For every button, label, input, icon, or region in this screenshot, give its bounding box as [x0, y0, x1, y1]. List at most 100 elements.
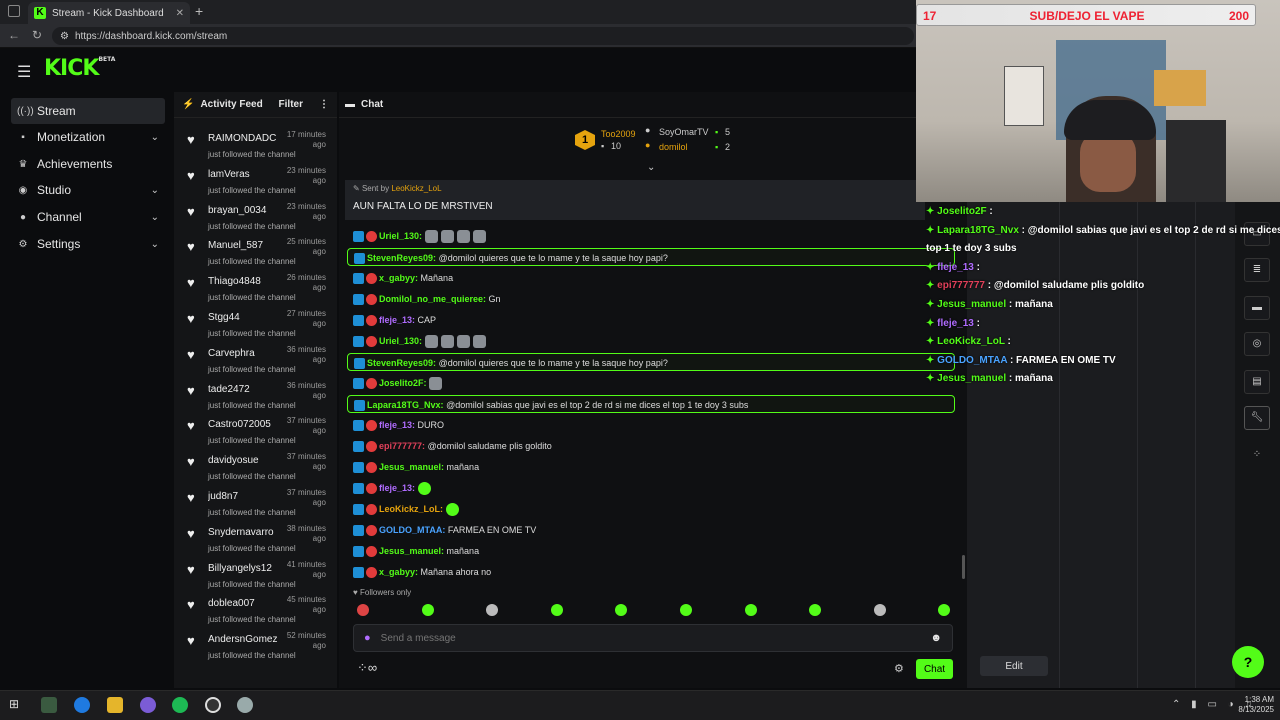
feed-item[interactable]: ♥ brayan_0034 23 minutes ago just followed … — [174, 200, 337, 236]
chat-message[interactable]: LeoKickz_LoL: — [353, 500, 462, 518]
chat-message[interactable]: Domilol_no_me_quieree: Gn — [353, 290, 501, 308]
feed-item[interactable]: ♥ RAIMONDADC 17 minutes ago just followed t… — [174, 128, 337, 164]
feed-item[interactable]: ♥ Castro072005 37 minutes ago just followed… — [174, 414, 337, 450]
microphone-icon[interactable]: ● — [364, 632, 371, 644]
feed-item[interactable]: ♥ Snydernavarro 38 minutes ago just followe… — [174, 522, 337, 558]
rail-item-6[interactable]: 🔧︎ — [1244, 406, 1270, 430]
chat-input-box[interactable]: ● ☻ — [353, 624, 953, 652]
feed-item[interactable]: ♥ lamVeras 23 minutes ago just followed the… — [174, 164, 337, 200]
chat-message[interactable]: epi777777: @domilol saludame plis goldit… — [353, 437, 552, 455]
sidebar-item-achievements[interactable]: ♛ Achievements — [11, 151, 165, 177]
chat-input[interactable] — [380, 632, 921, 644]
chat-username[interactable]: Lapara18TG_Nvx: — [367, 400, 444, 410]
sidebar-item-studio[interactable]: ◉ Studio ⌄ — [11, 177, 165, 203]
feed-item[interactable]: ♥ Manuel_587 25 minutes ago just followed t… — [174, 235, 337, 271]
windows-start-icon[interactable]: ⊞ — [9, 697, 25, 713]
send-chat-button[interactable]: Chat — [916, 659, 953, 679]
quick-emote-icon[interactable] — [873, 604, 886, 616]
chat-settings-icon[interactable]: ⚙ — [894, 662, 904, 675]
app-icon[interactable] — [205, 697, 221, 713]
chat-username[interactable]: fleje_13: — [379, 315, 415, 325]
chat-message[interactable]: Jesus_manuel: mañana — [353, 542, 479, 560]
quick-emote-icon[interactable] — [357, 604, 369, 616]
site-info-icon[interactable]: ⚙ — [60, 31, 69, 42]
quick-emote-icon[interactable] — [615, 604, 628, 616]
feed-item[interactable]: ♥ AndersnGomez 52 minutes ago just followed… — [174, 629, 337, 665]
chat-message[interactable]: StevenReyes09: @domilol quieres que te l… — [347, 353, 955, 371]
app-icon[interactable] — [41, 697, 57, 713]
sidebar-item-monetization[interactable]: ▪ Monetization ⌄ — [11, 124, 165, 150]
chat-username[interactable]: epi777777: — [379, 441, 425, 451]
chat-username[interactable]: LeoKickz_LoL: — [379, 504, 443, 514]
feed-item[interactable]: ♥ doblea007 45 minutes ago just followed th… — [174, 593, 337, 629]
chat-message[interactable]: StevenReyes09: @domilol quieres que te l… — [347, 248, 955, 266]
chat-scrollbar[interactable] — [962, 555, 965, 579]
feed-item[interactable]: ♥ Thiago4848 26 minutes ago just followed t… — [174, 271, 337, 307]
back-icon[interactable]: ← — [8, 28, 20, 42]
reload-icon[interactable]: ↻ — [32, 28, 42, 42]
chat-message[interactable]: Joselito2F: — [353, 374, 445, 392]
feed-item[interactable]: ♥ Billyangelys12 41 minutes ago just follow… — [174, 558, 337, 594]
chat-username[interactable]: StevenReyes09: — [367, 358, 436, 368]
chat-message[interactable]: Uriel_130: — [353, 227, 489, 245]
hamburger-menu-icon[interactable]: ☰ — [17, 62, 31, 82]
app-icon[interactable] — [237, 697, 253, 713]
spotify-icon[interactable] — [172, 697, 188, 713]
file-explorer-icon[interactable] — [107, 697, 123, 713]
sidebar-item-settings[interactable]: ⚙ Settings ⌄ — [11, 231, 165, 257]
close-tab-icon[interactable]: ✕ — [176, 8, 184, 19]
browser-tab[interactable]: K Stream - Kick Dashboard ✕ — [28, 2, 190, 24]
quick-emote-icon[interactable] — [938, 604, 951, 616]
expand-chevron-icon[interactable]: ⌄ — [647, 162, 655, 173]
feed-item[interactable]: ♥ jud8n7 37 minutes ago just followed the c… — [174, 486, 337, 522]
quick-emote-icon[interactable] — [550, 604, 563, 616]
kick-logo[interactable]: KICKBETA — [44, 56, 115, 81]
chat-username[interactable]: Domilol_no_me_quieree: — [379, 294, 486, 304]
feed-item[interactable]: ♥ tade2472 36 minutes ago just followed the… — [174, 379, 337, 415]
chat-username[interactable]: x_gabyy: — [379, 273, 418, 283]
pinned-message[interactable]: ✎ Sent by LeoKickz_LoL AUN FALTA LO DE M… — [345, 180, 925, 220]
url-field[interactable]: ⚙ https://dashboard.kick.com/stream — [52, 27, 914, 45]
quick-emote-icon[interactable] — [744, 604, 757, 616]
emoji-picker-icon[interactable]: ☻ — [930, 632, 942, 644]
edit-button[interactable]: Edit — [980, 656, 1048, 676]
chat-username[interactable]: GOLDO_MTAA: — [379, 525, 445, 535]
quick-emote-icon[interactable] — [486, 604, 499, 616]
edge-icon[interactable] — [74, 697, 90, 713]
taskbar-clock[interactable]: 1:38 AM 8/13/2025 — [1228, 695, 1274, 715]
chat-username[interactable]: Joselito2F: — [379, 378, 427, 388]
chat-message[interactable]: GOLDO_MTAA: FARMEA EN OME TV — [353, 521, 536, 539]
chat-message[interactable]: x_gabyy: Mañana — [353, 269, 453, 287]
quick-emote-icon[interactable] — [680, 604, 692, 616]
rail-item-7[interactable]: ⁘ — [1244, 444, 1270, 468]
quick-emote-icon[interactable] — [809, 604, 822, 616]
window-menu-icon[interactable] — [8, 5, 20, 17]
sidebar-item-stream[interactable]: ((·)) Stream — [11, 98, 165, 124]
more-options-icon[interactable]: ⋮ — [319, 99, 329, 110]
help-headset-icon[interactable]: ? — [1232, 646, 1264, 678]
new-tab-icon[interactable]: + — [195, 3, 203, 19]
chat-message[interactable]: fleje_13: CAP — [353, 311, 436, 329]
sidebar-item-channel[interactable]: ● Channel ⌄ — [11, 204, 165, 230]
chat-message[interactable]: fleje_13: — [353, 479, 434, 497]
chat-message[interactable]: Lapara18TG_Nvx: @domilol sabias que javi… — [347, 395, 955, 413]
chat-username[interactable]: Jesus_manuel: — [379, 462, 444, 472]
chat-username[interactable]: StevenReyes09: — [367, 253, 436, 263]
quick-emote-icon[interactable] — [421, 604, 434, 616]
chat-username[interactable]: fleje_13: — [379, 420, 415, 430]
gift-leaderboard[interactable]: 1 Too2009 ▪ 10 ● SoyOmarTV ▪ 5 ● domilol… — [575, 125, 775, 160]
obs-icon[interactable] — [140, 697, 156, 713]
chat-message[interactable]: x_gabyy: Mañana ahora no — [353, 563, 491, 581]
chat-message[interactable]: Jesus_manuel: mañana — [353, 458, 479, 476]
chat-username[interactable]: Uriel_130: — [379, 231, 422, 241]
chat-message[interactable]: fleje_13: DURO — [353, 416, 444, 434]
chat-username[interactable]: Uriel_130: — [379, 336, 422, 346]
feed-item[interactable]: ♥ Stgg44 27 minutes ago just followed the c… — [174, 307, 337, 343]
filter-button[interactable]: Filter — [279, 99, 303, 110]
chat-username[interactable]: Jesus_manuel: — [379, 546, 444, 556]
infinity-icon[interactable]: ⁘∞ — [357, 660, 377, 676]
feed-item[interactable]: ♥ davidyosue 37 minutes ago just followed t… — [174, 450, 337, 486]
chat-message[interactable]: Uriel_130: — [353, 332, 489, 350]
chat-username[interactable]: x_gabyy: — [379, 567, 418, 577]
chat-username[interactable]: fleje_13: — [379, 483, 415, 493]
